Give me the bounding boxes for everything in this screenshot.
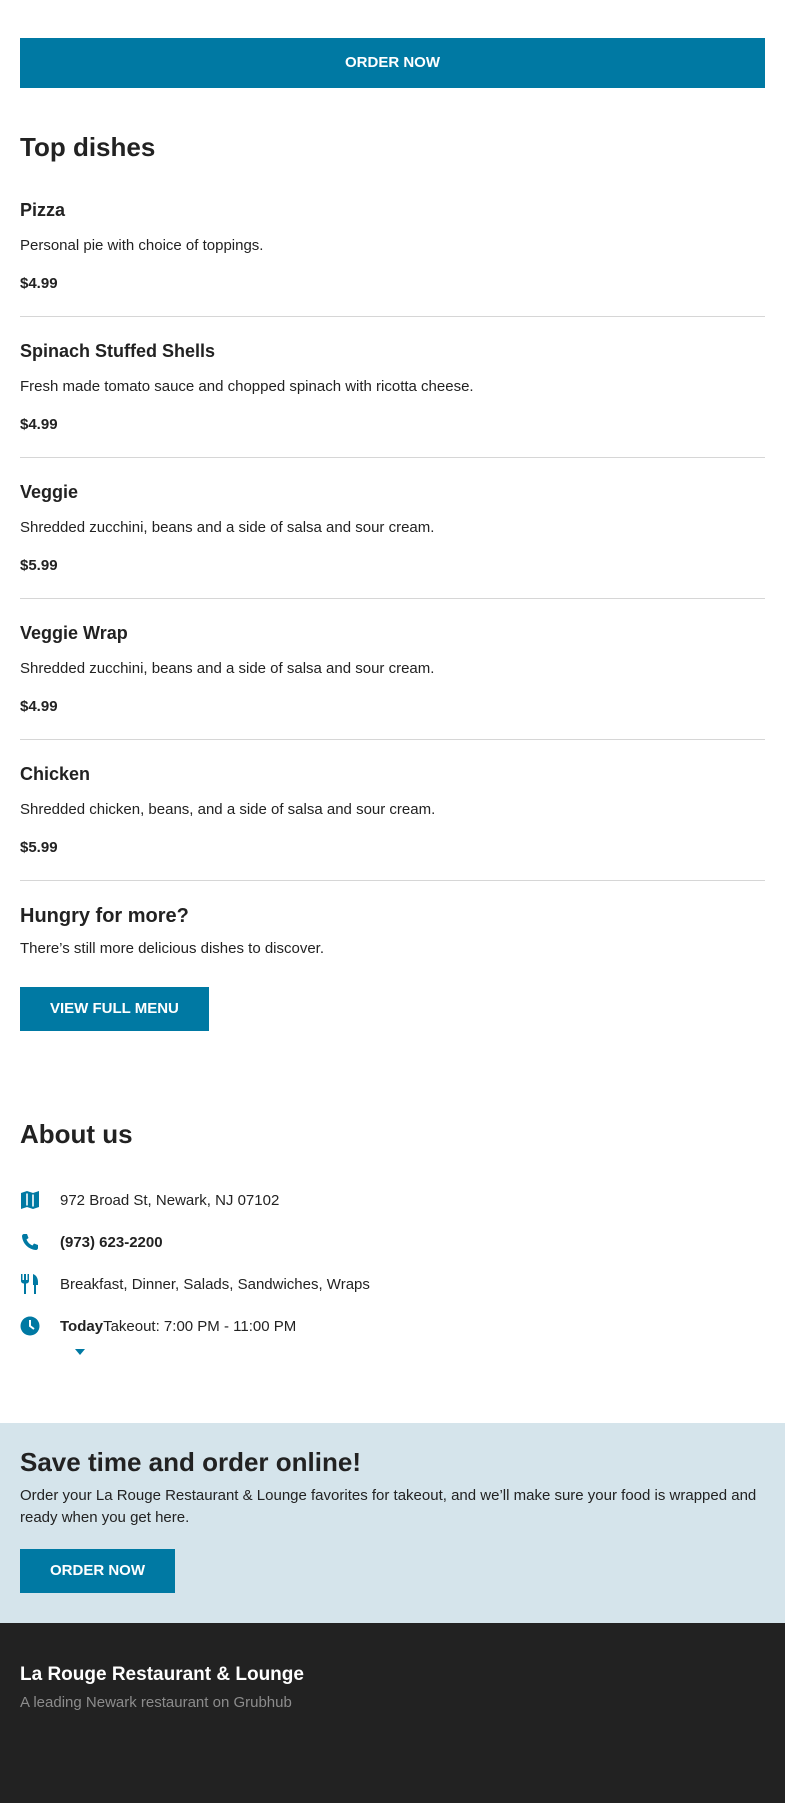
dish-name: Spinach Stuffed Shells bbox=[20, 341, 216, 361]
cuisine-text: Breakfast, Dinner, Salads, Sandwiches, W… bbox=[60, 1275, 370, 1293]
clock-icon bbox=[20, 1316, 60, 1336]
footer: La Rouge Restaurant & Lounge A leading N… bbox=[0, 1623, 785, 1803]
top-dishes-title: Top dishes bbox=[20, 132, 156, 162]
dish-name: Veggie Wrap bbox=[20, 623, 128, 643]
phone-number[interactable]: (973) 623-2200 bbox=[60, 1234, 163, 1251]
hungry-section: Hungry for more? There’s still more deli… bbox=[20, 903, 765, 1031]
promo-text: Order your La Rouge Restaurant & Lounge … bbox=[20, 1487, 757, 1526]
dish-description: Shredded zucchini, beans and a side of s… bbox=[20, 660, 435, 677]
promo-order-now-button[interactable]: ORDER NOW bbox=[20, 1549, 175, 1593]
dish-name: Chicken bbox=[20, 764, 91, 784]
about-title: About us bbox=[20, 1119, 133, 1149]
dish-item[interactable]: Veggie Wrap Shredded zucchini, beans and… bbox=[20, 621, 765, 740]
chevron-down-icon[interactable] bbox=[75, 1349, 85, 1355]
dish-description: Shredded zucchini, beans and a side of s… bbox=[20, 519, 435, 536]
main-content: ORDER NOW Top dishes Pizza Personal pie … bbox=[0, 38, 785, 1355]
dish-description: Shredded chicken, beans, and a side of s… bbox=[20, 801, 436, 818]
footer-restaurant-name: La Rouge Restaurant & Lounge bbox=[20, 1664, 304, 1685]
address-row[interactable]: 972 Broad St, Newark, NJ 07102 bbox=[20, 1179, 765, 1221]
promo-title: Save time and order online! bbox=[20, 1447, 361, 1477]
dish-name: Pizza bbox=[20, 200, 66, 220]
address-text: 972 Broad St, Newark, NJ 07102 bbox=[60, 1191, 280, 1209]
fork-knife-icon bbox=[20, 1273, 60, 1295]
cuisine-row: Breakfast, Dinner, Salads, Sandwiches, W… bbox=[20, 1263, 765, 1305]
dish-price: $5.99 bbox=[20, 557, 58, 574]
footer-tagline: A leading Newark restaurant on Grubhub bbox=[20, 1694, 292, 1711]
dish-item[interactable]: Veggie Shredded zucchini, beans and a si… bbox=[20, 480, 765, 599]
map-icon bbox=[20, 1190, 60, 1210]
dish-price: $4.99 bbox=[20, 698, 58, 715]
dish-price: $5.99 bbox=[20, 839, 58, 856]
dish-name: Veggie bbox=[20, 482, 79, 502]
dish-item[interactable]: Pizza Personal pie with choice of toppin… bbox=[20, 198, 765, 317]
hours-day: Today bbox=[60, 1317, 104, 1335]
hungry-text: There’s still more delicious dishes to d… bbox=[20, 940, 325, 957]
promo-section: Save time and order online! Order your L… bbox=[0, 1423, 785, 1623]
order-now-button[interactable]: ORDER NOW bbox=[20, 38, 765, 88]
phone-row[interactable]: (973) 623-2200 bbox=[20, 1221, 765, 1263]
view-full-menu-button[interactable]: VIEW FULL MENU bbox=[20, 987, 209, 1031]
hours-row[interactable]: Today Takeout: 7:00 PM - 11:00 PM bbox=[20, 1305, 765, 1347]
dish-description: Personal pie with choice of toppings. bbox=[20, 237, 264, 254]
hungry-title: Hungry for more? bbox=[20, 905, 189, 927]
dish-price: $4.99 bbox=[20, 416, 58, 433]
dish-item[interactable]: Chicken Shredded chicken, beans, and a s… bbox=[20, 762, 765, 881]
dish-price: $4.99 bbox=[20, 275, 58, 292]
dish-description: Fresh made tomato sauce and chopped spin… bbox=[20, 378, 474, 395]
hours-text: Takeout: 7:00 PM - 11:00 PM bbox=[103, 1317, 297, 1335]
phone-icon bbox=[20, 1232, 60, 1252]
dish-item[interactable]: Spinach Stuffed Shells Fresh made tomato… bbox=[20, 339, 765, 458]
